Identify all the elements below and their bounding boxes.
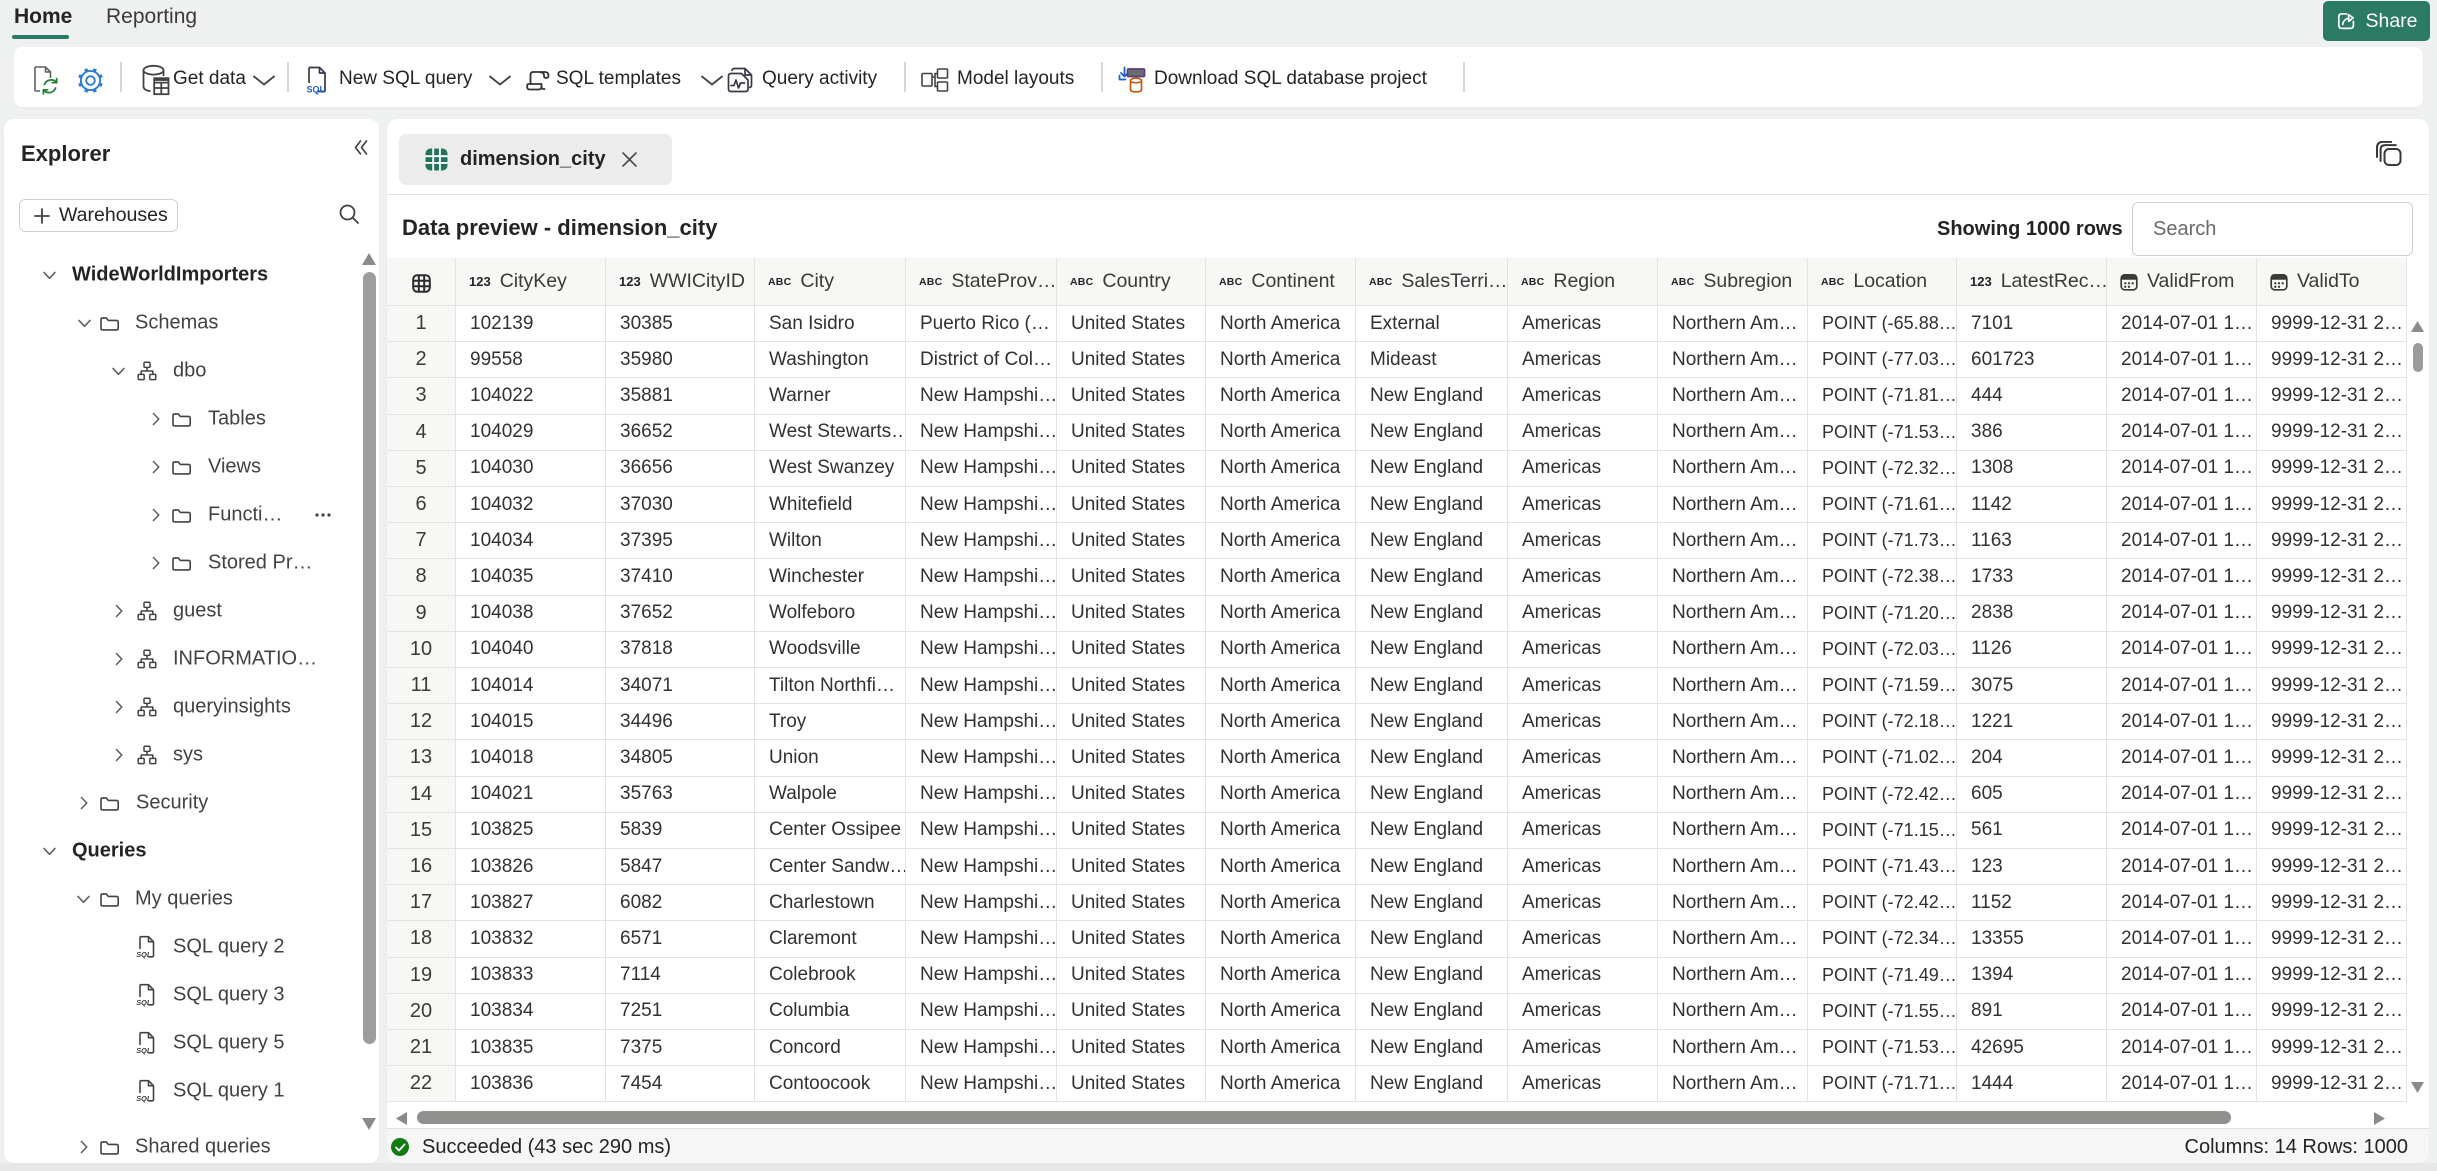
svg-text:SQL: SQL [136, 1094, 152, 1102]
svg-text:SQL: SQL [136, 1046, 152, 1054]
svg-text:SQL: SQL [136, 998, 152, 1006]
svg-text:SQL: SQL [136, 950, 152, 958]
svg-text:SQL: SQL [307, 85, 326, 95]
